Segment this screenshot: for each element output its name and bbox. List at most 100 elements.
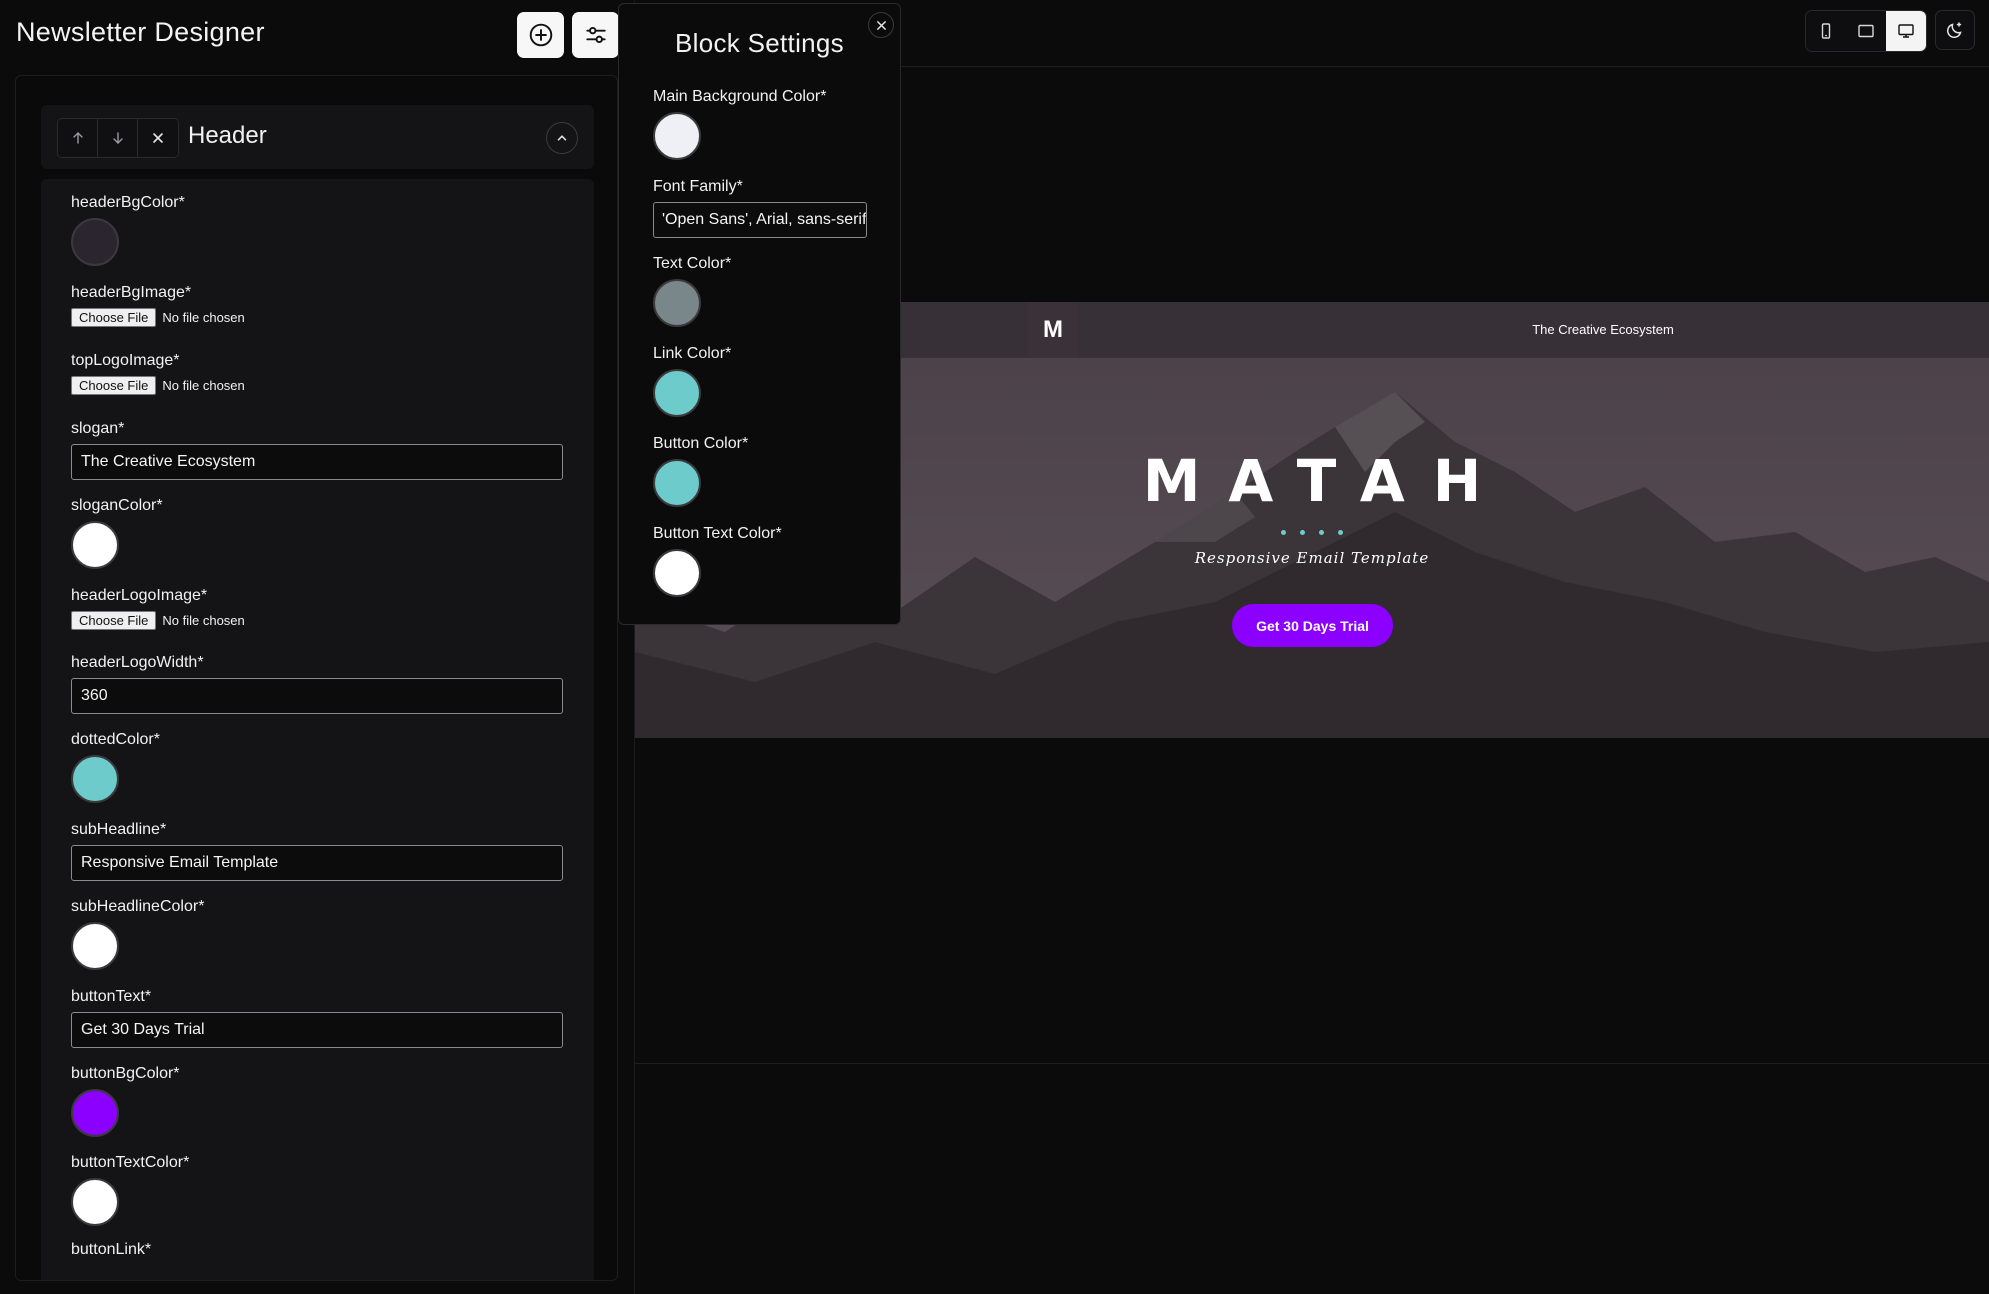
file-status: No file chosen <box>162 378 245 393</box>
field-label: dottedColor* <box>71 731 160 748</box>
subheadline-input[interactable]: Responsive Email Template <box>71 845 563 881</box>
main-bg-color-swatch[interactable] <box>653 112 701 160</box>
link-color-swatch[interactable] <box>653 369 701 417</box>
field-headerLogoWidth: headerLogoWidth* 360 <box>71 654 563 714</box>
setting-label: Button Color* <box>653 435 749 452</box>
theme-toggle-button[interactable] <box>1935 10 1975 50</box>
dot <box>1338 530 1343 535</box>
move-up-button[interactable] <box>58 119 98 157</box>
mobile-view-button[interactable] <box>1806 11 1846 51</box>
desktop-icon <box>1898 24 1914 38</box>
field-slogan: slogan* The Creative Ecosystem <box>71 420 563 480</box>
field-dottedColor: dottedColor* <box>71 731 160 803</box>
dot <box>1281 530 1286 535</box>
field-buttonLink: buttonLink* <box>71 1241 151 1265</box>
plus-circle-icon <box>529 23 552 47</box>
setting-label: Main Background Color* <box>653 88 827 105</box>
settings-close-button[interactable] <box>868 12 894 38</box>
moon-icon <box>1946 22 1962 39</box>
field-buttonBgColor: buttonBgColor* <box>71 1065 180 1137</box>
block-title: Header <box>188 122 267 149</box>
field-label: headerBgColor* <box>71 194 185 211</box>
setting-text-color: Text Color* <box>653 255 731 327</box>
field-subHeadlineColor: subHeadlineColor* <box>71 898 204 970</box>
setting-label: Text Color* <box>653 255 732 272</box>
chevron-up-icon <box>557 135 567 141</box>
setting-font-family: Font Family* 'Open Sans', Arial, sans-se… <box>653 178 867 238</box>
setting-label: Button Text Color* <box>653 525 782 542</box>
sliders-icon <box>585 26 606 44</box>
move-down-button[interactable] <box>98 119 138 157</box>
slogan-color-swatch[interactable] <box>71 521 119 569</box>
setting-link-color: Link Color* <box>653 345 731 417</box>
field-buttonText: buttonText* Get 30 Days Trial <box>71 988 563 1048</box>
field-label: headerLogoImage* <box>71 587 208 604</box>
field-label: buttonBgColor* <box>71 1065 180 1082</box>
arrow-down-icon <box>112 132 123 144</box>
field-label: subHeadlineColor* <box>71 898 205 915</box>
text-color-swatch[interactable] <box>653 279 701 327</box>
block-header: Header <box>41 105 594 169</box>
button-text-input[interactable]: Get 30 Days Trial <box>71 1012 563 1048</box>
field-headerLogoImage: headerLogoImage* Choose File No file cho… <box>71 587 245 630</box>
field-headerBgColor: headerBgColor* <box>71 194 185 266</box>
header-logo-image-choose-file[interactable]: Choose File <box>71 611 157 630</box>
field-label: buttonTextColor* <box>71 1154 190 1171</box>
field-label: headerBgImage* <box>71 284 192 301</box>
button-text-color-swatch[interactable] <box>71 1178 119 1226</box>
fields-container: headerBgColor* headerBgImage* Choose Fil… <box>41 179 594 1280</box>
close-icon <box>153 133 163 143</box>
device-toolbar <box>1805 10 1975 52</box>
button-bg-color-swatch[interactable] <box>71 1089 119 1137</box>
field-sloganColor: sloganColor* <box>71 497 163 569</box>
arrow-up-icon <box>72 132 83 144</box>
setting-label: Font Family* <box>653 178 743 195</box>
hero-cta-button[interactable]: Get 30 Days Trial <box>1232 604 1393 647</box>
setting-label: Link Color* <box>653 345 732 362</box>
setting-button-text-color: Button Text Color* <box>653 525 782 597</box>
field-label: subHeadline* <box>71 821 167 838</box>
header-bg-image-choose-file[interactable]: Choose File <box>71 308 157 327</box>
remove-block-button[interactable] <box>138 119 178 157</box>
field-topLogoImage: topLogoImage* Choose File No file chosen <box>71 352 245 395</box>
top-logo: M <box>1028 302 1078 358</box>
slogan-input[interactable]: The Creative Ecosystem <box>71 444 563 480</box>
field-label: slogan* <box>71 420 125 437</box>
dot <box>1319 530 1324 535</box>
block-settings-popover: Block Settings Main Background Color* Fo… <box>618 3 901 625</box>
button-color-swatch[interactable] <box>653 459 701 507</box>
field-headerBgImage: headerBgImage* Choose File No file chose… <box>71 284 245 327</box>
block-settings-button[interactable] <box>572 12 619 58</box>
preview-bottom-border <box>635 1063 1989 1064</box>
file-status: No file chosen <box>162 310 245 325</box>
header-logo-width-input[interactable]: 360 <box>71 678 563 714</box>
add-block-button[interactable] <box>517 12 564 58</box>
field-label: buttonLink* <box>71 1241 152 1258</box>
setting-main-bg-color: Main Background Color* <box>653 88 826 160</box>
subheadline-color-swatch[interactable] <box>71 922 119 970</box>
block-editor-panel: Header headerBgColor* headerBgImage* Cho… <box>15 75 618 1281</box>
file-status: No file chosen <box>162 613 245 628</box>
mobile-icon <box>1821 23 1831 39</box>
tablet-icon <box>1858 24 1874 38</box>
app-title: Newsletter Designer <box>16 17 265 47</box>
field-label: buttonText* <box>71 988 152 1005</box>
font-family-input[interactable]: 'Open Sans', Arial, sans-serif <box>653 202 867 238</box>
tablet-view-button[interactable] <box>1846 11 1886 51</box>
field-buttonTextColor: buttonTextColor* <box>71 1154 189 1226</box>
desktop-view-button[interactable] <box>1886 11 1926 51</box>
dot <box>1300 530 1305 535</box>
device-switcher <box>1805 10 1927 52</box>
header-bg-color-swatch[interactable] <box>71 218 119 266</box>
dotted-color-swatch[interactable] <box>71 755 119 803</box>
field-label: topLogoImage* <box>71 352 180 369</box>
top-logo-image-choose-file[interactable]: Choose File <box>71 376 157 395</box>
field-label: sloganColor* <box>71 497 163 514</box>
hero-slogan: The Creative Ecosystem <box>1532 322 1674 337</box>
settings-title: Block Settings <box>675 28 844 58</box>
settings-button-text-color-swatch[interactable] <box>653 549 701 597</box>
field-subHeadline: subHeadline* Responsive Email Template <box>71 821 563 881</box>
block-controls <box>57 118 179 158</box>
collapse-button[interactable] <box>546 122 578 154</box>
close-icon <box>876 20 886 30</box>
